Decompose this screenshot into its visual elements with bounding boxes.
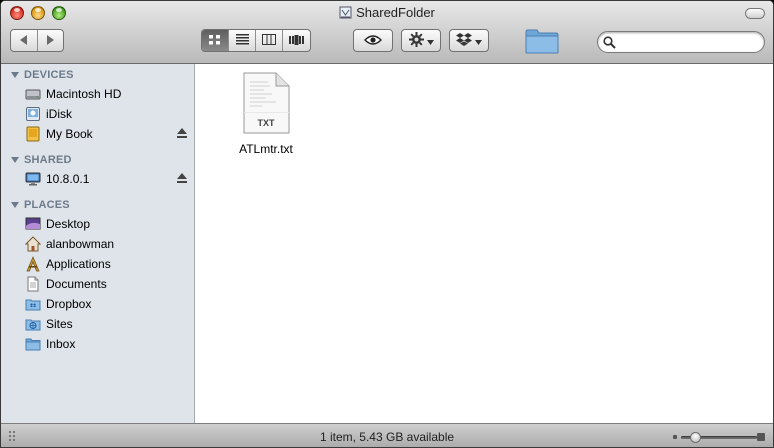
window-title: SharedFolder <box>356 5 435 20</box>
sidebar-item-10-8-0-1[interactable]: 10.8.0.1 <box>25 170 193 188</box>
gear-icon <box>408 31 424 50</box>
forward-arrow-icon <box>46 34 55 48</box>
quick-look-button[interactable] <box>353 29 393 52</box>
status-bar: 1 item, 5.43 GB available <box>1 423 773 447</box>
sidebar-item-label: Desktop <box>46 217 91 231</box>
back-button[interactable] <box>11 30 38 51</box>
sidebar-item-label: Applications <box>46 257 111 271</box>
sidebar-item-inbox[interactable]: Inbox <box>25 335 193 353</box>
finder-window: SharedFolder DEVICES Macintosh HD iDisk … <box>0 0 774 448</box>
applications-icon <box>25 256 41 272</box>
sidebar-item-label: Sites <box>46 317 73 331</box>
hard-drive-icon <box>25 86 41 102</box>
sidebar-item-label: My Book <box>46 127 93 141</box>
forward-button[interactable] <box>38 30 64 51</box>
idisk-icon <box>25 106 41 122</box>
file-item[interactable]: TXT ATLmtr.txt <box>226 72 306 156</box>
window-title-bar: SharedFolder <box>1 5 773 23</box>
sidebar-item-label: Documents <box>46 277 107 291</box>
back-forward-control <box>10 29 64 52</box>
slider-knob[interactable] <box>690 432 702 443</box>
sites-icon <box>25 316 41 332</box>
grid-icon <box>209 34 221 48</box>
network-computer-icon <box>25 171 41 187</box>
chevron-down-icon <box>426 34 434 48</box>
section-label: SHARED <box>24 154 72 166</box>
sidebar-item-documents[interactable]: Documents <box>25 275 193 293</box>
coverflow-icon <box>289 34 304 48</box>
sidebar-item-idisk[interactable]: iDisk <box>25 105 193 123</box>
section-label: PLACES <box>24 199 70 211</box>
toolbar: SharedFolder <box>1 1 773 64</box>
small-icon-size-icon <box>673 435 677 439</box>
home-icon <box>24 236 42 252</box>
dropbox-folder-icon <box>25 296 41 312</box>
desktop-icon <box>25 216 41 232</box>
file-browser-content: TXT ATLmtr.txt <box>196 64 773 423</box>
eject-icon[interactable] <box>177 128 187 139</box>
section-label: DEVICES <box>24 69 74 81</box>
file-type-badge: TXT <box>257 118 275 128</box>
action-menu-button[interactable] <box>401 29 441 52</box>
sidebar-heading-places[interactable]: PLACES <box>11 199 70 211</box>
dropbox-icon <box>456 32 472 49</box>
disclosure-triangle-icon <box>11 202 19 208</box>
sidebar-item-alanbowman[interactable]: alanbowman <box>24 235 193 253</box>
sidebar-item-macintosh-hd[interactable]: Macintosh HD <box>25 85 193 103</box>
documents-icon <box>25 276 41 292</box>
icon-view-button[interactable] <box>202 30 229 51</box>
columns-icon <box>262 33 276 48</box>
sidebar-item-applications[interactable]: Applications <box>25 255 193 273</box>
chevron-down-icon <box>475 34 482 48</box>
search-input[interactable] <box>620 34 758 50</box>
disclosure-triangle-icon <box>11 157 19 163</box>
sidebar-item-label: Macintosh HD <box>46 87 122 101</box>
back-arrow-icon <box>19 34 28 48</box>
dropbox-menu-button[interactable] <box>449 29 489 52</box>
sidebar-item-desktop[interactable]: Desktop <box>25 215 193 233</box>
large-icon-size-icon <box>757 433 765 441</box>
sidebar-item-sites[interactable]: Sites <box>25 315 193 333</box>
sidebar-item-label: alanbowman <box>46 237 115 251</box>
sidebar-item-my-book[interactable]: My Book <box>25 125 193 143</box>
icon-size-slider[interactable] <box>673 431 765 443</box>
folder-icon <box>525 29 559 57</box>
search-field[interactable] <box>597 31 765 53</box>
shared-folder-icon <box>339 6 352 19</box>
eye-icon <box>364 34 382 48</box>
sidebar-item-label: 10.8.0.1 <box>46 172 90 186</box>
folder-toolbar-item[interactable] <box>525 28 559 57</box>
sidebar-item-dropbox[interactable]: Dropbox <box>25 295 193 313</box>
list-icon <box>235 33 249 48</box>
folder-icon <box>25 336 41 352</box>
list-view-button[interactable] <box>229 30 256 51</box>
sidebar-item-label: Inbox <box>46 337 76 351</box>
sidebar-heading-shared[interactable]: SHARED <box>11 154 72 166</box>
status-text: 1 item, 5.43 GB available <box>319 430 455 444</box>
external-drive-icon <box>25 126 41 142</box>
search-icon <box>603 36 616 52</box>
sidebar-heading-devices[interactable]: DEVICES <box>11 69 74 81</box>
column-view-button[interactable] <box>256 30 283 51</box>
sidebar-item-label: Dropbox <box>46 297 92 311</box>
cover-flow-view-button[interactable] <box>283 30 310 51</box>
disclosure-triangle-icon <box>11 72 19 78</box>
sidebar-item-label: iDisk <box>46 107 72 121</box>
toolbar-toggle-button[interactable] <box>745 8 765 19</box>
text-document-icon: TXT <box>242 72 290 134</box>
sidebar: DEVICES Macintosh HD iDisk My Book SHARE… <box>1 64 195 423</box>
view-mode-control <box>201 29 311 52</box>
eject-icon[interactable] <box>177 173 187 184</box>
file-name: ATLmtr.txt <box>239 142 293 156</box>
